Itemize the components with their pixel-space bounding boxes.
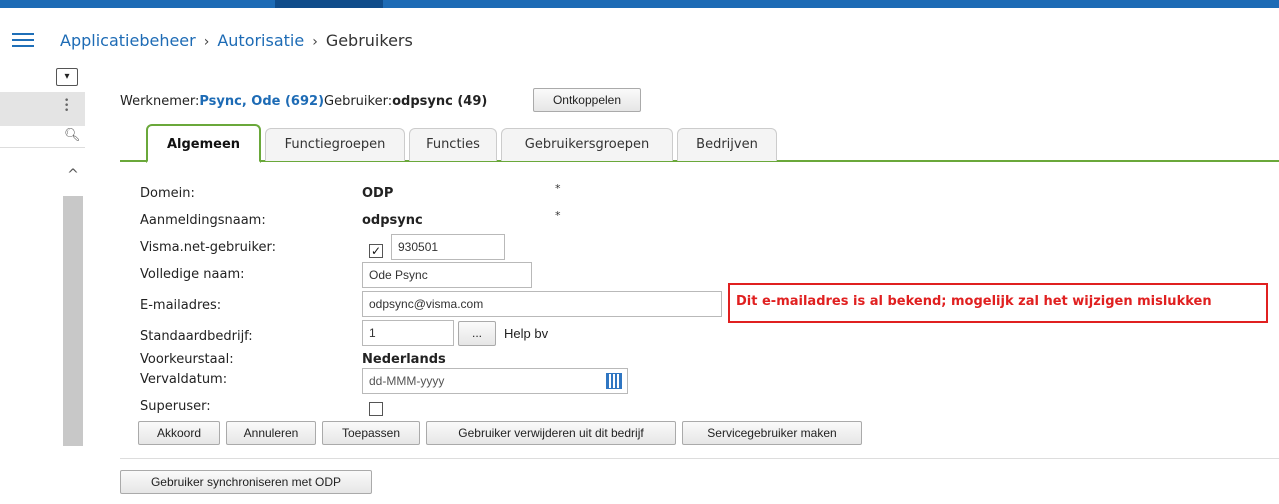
- ontkoppelen-button[interactable]: Ontkoppelen: [533, 88, 641, 112]
- servicegebruiker-button[interactable]: Servicegebruiker maken: [682, 421, 862, 445]
- vervaldatum-input[interactable]: dd-MMM-yyyy: [362, 368, 628, 394]
- visma-gebruiker-label: Visma.net-gebruiker:: [140, 240, 277, 255]
- voorkeurstaal-label: Voorkeurstaal:: [140, 352, 234, 367]
- werknemer-label: Werknemer:: [120, 94, 200, 109]
- employee-line: Werknemer:Psync, Ode (692)Gebruiker:odps…: [120, 94, 487, 109]
- breadcrumb-separator: ›: [203, 34, 210, 50]
- top-accent-segment: [275, 0, 383, 8]
- breadcrumb-separator: ›: [312, 34, 318, 50]
- emailadres-input[interactable]: odpsync@visma.com: [362, 291, 722, 317]
- calendar-icon[interactable]: [606, 373, 622, 389]
- chevron-down-icon[interactable]: ▾: [56, 68, 78, 86]
- hamburger-icon[interactable]: [12, 33, 34, 47]
- section-divider: [120, 458, 1279, 459]
- domein-label: Domein:: [140, 186, 195, 201]
- tab-gebruikersgroepen[interactable]: Gebruikersgroepen: [501, 128, 673, 161]
- werknemer-link[interactable]: Psync, Ode (692): [199, 94, 324, 109]
- superuser-label: Superuser:: [140, 399, 211, 414]
- left-panel-row: • • •: [0, 92, 85, 126]
- gebruiker-value: odpsync (49): [392, 94, 488, 109]
- email-error-message: Dit e-mailadres is al bekend; mogelijk z…: [736, 294, 1212, 309]
- emailadres-label: E-mailadres:: [140, 298, 222, 313]
- aanmeldingsnaam-label: Aanmeldingsnaam:: [140, 213, 266, 228]
- aanmeldingsnaam-value: odpsync: [362, 213, 423, 228]
- superuser-checkbox[interactable]: [369, 402, 383, 416]
- annuleren-button[interactable]: Annuleren: [226, 421, 316, 445]
- breadcrumb-applicatiebeheer[interactable]: Applicatiebeheer: [60, 31, 196, 50]
- akkoord-button[interactable]: Akkoord: [138, 421, 220, 445]
- domein-value: ODP: [362, 186, 394, 201]
- standaardbedrijf-label: Standaardbedrijf:: [140, 329, 253, 344]
- standaardbedrijf-input[interactable]: 1: [362, 320, 454, 346]
- standaardbedrijf-name: Help bv: [504, 326, 549, 341]
- standaardbedrijf-lookup-button[interactable]: ...: [458, 321, 496, 346]
- gebruiker-label: Gebruiker:: [324, 94, 393, 109]
- breadcrumb-gebruikers: Gebruikers: [325, 31, 413, 50]
- tab-bar: Algemeen Functiegroepen Functies Gebruik…: [120, 124, 1279, 163]
- toepassen-button[interactable]: Toepassen: [322, 421, 420, 445]
- tab-bedrijven[interactable]: Bedrijven: [677, 128, 777, 161]
- synchroniseren-button[interactable]: Gebruiker synchroniseren met ODP: [120, 470, 372, 494]
- verwijderen-button[interactable]: Gebruiker verwijderen uit dit bedrijf: [426, 421, 676, 445]
- volledige-naam-input[interactable]: Ode Psync: [362, 262, 532, 288]
- left-panel-scrollbar[interactable]: [63, 196, 83, 446]
- tab-algemeen[interactable]: Algemeen: [146, 124, 261, 163]
- vervaldatum-label: Vervaldatum:: [140, 372, 228, 387]
- voorkeurstaal-value: Nederlands: [362, 352, 446, 367]
- visma-gebruiker-input[interactable]: 930501: [391, 234, 505, 260]
- tab-functies[interactable]: Functies: [409, 128, 497, 161]
- required-marker: *: [555, 209, 561, 222]
- vertical-dots-icon[interactable]: • • •: [64, 97, 70, 116]
- breadcrumb: Applicatiebeheer › Autorisatie › Gebruikers: [60, 31, 413, 50]
- left-panel: ▾ • • • 🔍︎ ^: [0, 64, 85, 504]
- volledige-naam-label: Volledige naam:: [140, 267, 245, 282]
- breadcrumb-autorisatie[interactable]: Autorisatie: [217, 31, 304, 50]
- header: Applicatiebeheer › Autorisatie › Gebruikers: [0, 8, 1279, 64]
- chevron-up-icon[interactable]: ^: [63, 167, 83, 183]
- search-icon[interactable]: 🔍︎: [64, 128, 81, 143]
- required-marker: *: [555, 182, 561, 195]
- tab-functiegroepen[interactable]: Functiegroepen: [265, 128, 405, 161]
- left-panel-search[interactable]: 🔍︎: [0, 126, 85, 148]
- visma-gebruiker-checkbox[interactable]: ✓: [369, 244, 383, 258]
- top-accent-bar: [0, 0, 1279, 8]
